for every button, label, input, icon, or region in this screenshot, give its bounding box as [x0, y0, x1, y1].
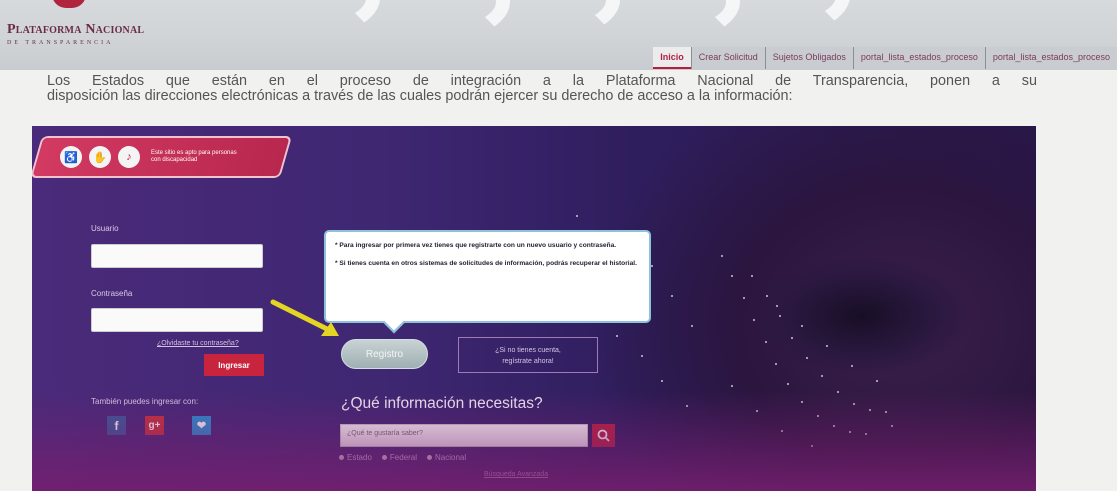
radio-icon	[339, 455, 344, 460]
decorative-swoosh	[230, 0, 380, 38]
user-input[interactable]	[91, 244, 263, 268]
accessibility-text: Este sitio es apto para personas con dis…	[151, 150, 237, 163]
search-scope-radios: Estado Federal Nacional	[339, 453, 466, 462]
radio-icon	[427, 455, 433, 460]
social-login-label: También puedes ingresar con:	[91, 397, 199, 406]
tab-crear-solicitud[interactable]: Crear Solicitud	[690, 47, 765, 69]
forgot-password-link[interactable]: ¿Olvidaste tu contraseña?	[157, 340, 239, 347]
advanced-search-link[interactable]: Búsqueda Avanzada	[484, 471, 548, 478]
logo-subtitle: de Transparencia	[7, 40, 114, 46]
password-label: Contraseña	[91, 289, 133, 298]
login-button[interactable]: Ingresar	[204, 354, 264, 376]
scope-label: Nacional	[435, 453, 467, 462]
search-input[interactable]: ¿Qué te gustaría saber?	[340, 424, 588, 447]
radio-icon	[381, 455, 387, 460]
accessibility-banner[interactable]: ♿ ✋ ♪ Este sitio es apto para personas c…	[32, 136, 293, 178]
user-label: Usuario	[91, 224, 119, 233]
tab-estados-proceso-2[interactable]: portal_lista_estados_proceso	[984, 47, 1117, 69]
intro-line-1: Los Estados que están en el proceso de i…	[47, 73, 1037, 89]
wheelchair-icon[interactable]: ♿	[60, 146, 82, 168]
register-button[interactable]: Registro	[341, 339, 428, 369]
tab-inicio[interactable]: Inicio	[653, 47, 691, 69]
tab-sujetos-obligados[interactable]: Sujetos Obligados	[764, 47, 853, 69]
scope-radio-nacional[interactable]: Nacional	[427, 453, 466, 462]
main-nav: Inicio Crear Solicitud Sujetos Obligados…	[653, 47, 1117, 69]
search-icon	[597, 429, 610, 442]
password-input[interactable]	[91, 308, 263, 332]
scope-radio-federal[interactable]: Federal	[381, 453, 418, 462]
search-heading: ¿Qué información necesitas?	[341, 395, 543, 412]
pnt-portal-image: ♿ ✋ ♪ Este sitio es apto para personas c…	[32, 126, 1036, 491]
scope-label: Federal	[389, 453, 418, 462]
logo-icon[interactable]	[52, 0, 86, 8]
twitter-icon[interactable]: ❤	[192, 416, 211, 435]
facebook-icon[interactable]: f	[107, 416, 126, 435]
google-plus-icon[interactable]: g+	[145, 416, 164, 435]
registration-tooltip: * Para ingresar por primera vez tienes q…	[324, 230, 651, 323]
tooltip-line-2: * Si tienes cuenta en otros sistemas de …	[335, 259, 637, 267]
search-button[interactable]	[592, 424, 615, 447]
decorative-swoosh	[700, 0, 850, 36]
no-account-line-1: ¿Si no tienes cuenta,	[495, 347, 561, 354]
site-header: Plataforma Nacional de Transparencia Ini…	[0, 0, 1117, 70]
logo-title[interactable]: Plataforma Nacional	[7, 22, 144, 38]
no-account-link[interactable]: ¿Si no tienes cuenta, regístrate ahora!	[458, 337, 598, 373]
tab-estados-proceso-1[interactable]: portal_lista_estados_proceso	[852, 47, 985, 69]
intro-line-2: disposición las direcciones electrónicas…	[47, 88, 793, 104]
audio-icon[interactable]: ♪	[118, 146, 140, 168]
yellow-arrow-icon	[270, 299, 339, 336]
no-account-line-2: regístrate ahora!	[502, 358, 554, 365]
sign-language-icon[interactable]: ✋	[89, 146, 111, 168]
intro-paragraph: Los Estados que están en el proceso de i…	[47, 74, 1037, 104]
scope-label: Estado	[347, 453, 372, 462]
tooltip-line-1: * Para ingresar por primera vez tienes q…	[335, 242, 617, 249]
scope-radio-estado[interactable]: Estado	[339, 453, 372, 462]
